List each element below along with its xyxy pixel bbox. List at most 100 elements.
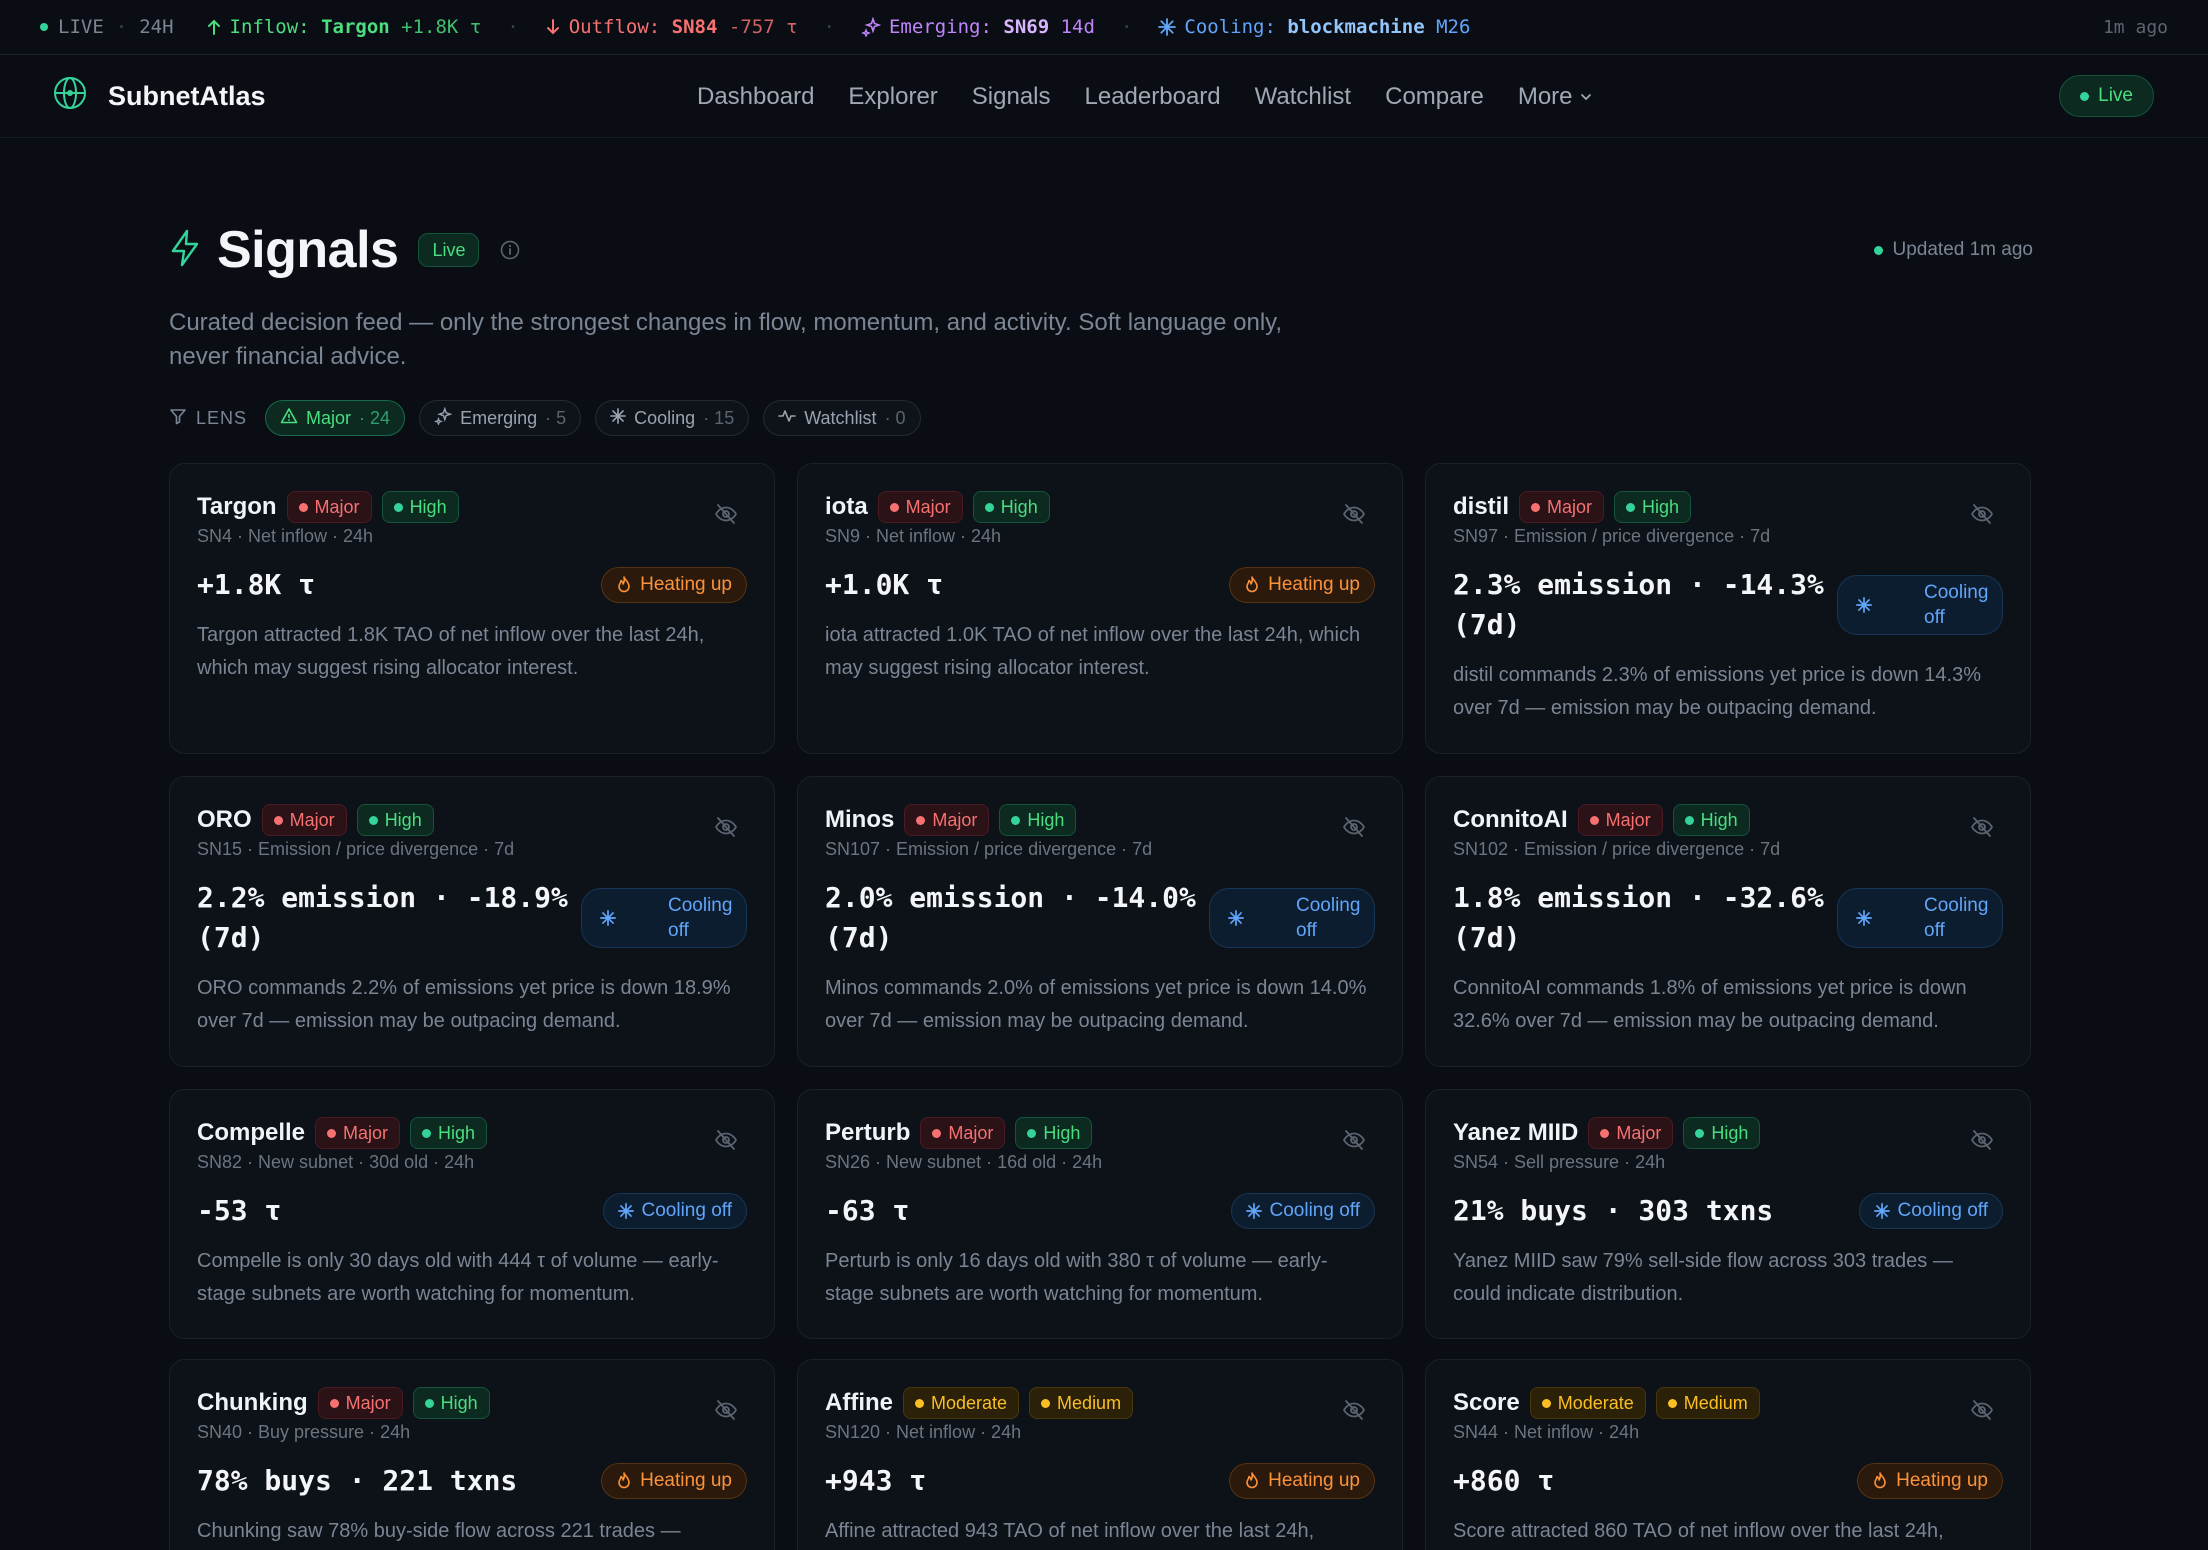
trend-badge: Heating up bbox=[1229, 567, 1375, 603]
trend-badge: Cooling off bbox=[581, 888, 747, 948]
snowflake-icon bbox=[1873, 1203, 1890, 1219]
severity-badge: Major bbox=[315, 1117, 401, 1149]
signal-card[interactable]: Perturb Major High SN26 · New subnet · 1… bbox=[797, 1089, 1403, 1339]
eye-off-icon[interactable] bbox=[714, 1398, 738, 1422]
subnet-name[interactable]: Score bbox=[1453, 1389, 1520, 1417]
nav-item-compare[interactable]: Compare bbox=[1385, 83, 1484, 111]
ticker-live-label: LIVE bbox=[58, 16, 104, 38]
severity-badge: Major bbox=[286, 491, 372, 523]
signal-meta: SN120 · Net inflow · 24h bbox=[825, 1422, 1022, 1442]
signal-card[interactable]: distil Major High SN97 · Emission / pric… bbox=[1425, 463, 2031, 754]
eye-off-icon[interactable] bbox=[714, 815, 738, 839]
signal-metric: 1.8% emission · -32.6% (7d) bbox=[1453, 881, 1824, 954]
info-icon[interactable] bbox=[499, 239, 521, 261]
trend-label: Heating up bbox=[1268, 574, 1360, 595]
signal-description: Affine attracted 943 TAO of net inflow o… bbox=[825, 1520, 1315, 1542]
subnet-name[interactable]: Chunking bbox=[197, 1389, 308, 1417]
eye-off-icon[interactable] bbox=[1970, 815, 1994, 839]
subnet-name[interactable]: ConnitoAI bbox=[1453, 806, 1568, 834]
confidence-badge: High bbox=[1614, 491, 1692, 523]
top-nav: SubnetAtlas Dashboard Explorer Signals L… bbox=[0, 55, 2208, 138]
severity-label: Moderate bbox=[931, 1392, 1008, 1413]
signal-card[interactable]: ORO Major High SN15 · Emission / price d… bbox=[169, 776, 775, 1067]
confidence-badge: High bbox=[410, 1117, 488, 1149]
severity-label: Major bbox=[1616, 1122, 1662, 1143]
signal-card[interactable]: Yanez MIID Major High SN54 · Sell pressu… bbox=[1425, 1089, 2031, 1339]
live-dot bbox=[1873, 245, 1883, 255]
eye-off-icon[interactable] bbox=[1342, 502, 1366, 526]
ticker-cooling[interactable]: Cooling: blockmachine M26 bbox=[1158, 16, 1470, 38]
brand[interactable]: SubnetAtlas bbox=[52, 75, 266, 118]
eye-off-icon[interactable] bbox=[714, 1128, 738, 1152]
signal-card[interactable]: Chunking Major High SN40 · Buy pressure … bbox=[169, 1359, 775, 1550]
atlas-logo-icon bbox=[52, 75, 88, 118]
ticker-outflow-value: -757 τ bbox=[728, 16, 798, 38]
ticker-cooling-name: blockmachine bbox=[1287, 16, 1425, 38]
signal-meta: SN97 · Emission / price divergence · 7d bbox=[1453, 526, 1771, 546]
severity-badge: Moderate bbox=[903, 1387, 1020, 1419]
eye-off-icon[interactable] bbox=[1342, 815, 1366, 839]
subnet-name[interactable]: Affine bbox=[825, 1389, 893, 1417]
ticker-inflow[interactable]: Inflow: Targon +1.8K τ bbox=[206, 16, 481, 38]
severity-badge: Major bbox=[1519, 491, 1605, 523]
nav-item-explorer[interactable]: Explorer bbox=[848, 83, 937, 111]
ticker-emerging[interactable]: Emerging: SN69 14d bbox=[860, 16, 1095, 38]
subnet-name[interactable]: Minos bbox=[825, 806, 894, 834]
lens-chip-major[interactable]: Major · 24 bbox=[265, 400, 406, 436]
eye-off-icon[interactable] bbox=[1970, 1398, 1994, 1422]
subnet-name[interactable]: Compelle bbox=[197, 1119, 305, 1147]
lens-chip-watchlist[interactable]: Watchlist · 0 bbox=[763, 400, 921, 436]
signal-meta: SN40 · Buy pressure · 24h bbox=[197, 1422, 411, 1442]
signal-metric: 2.2% emission · -18.9% (7d) bbox=[197, 881, 568, 954]
eye-off-icon[interactable] bbox=[1342, 1398, 1366, 1422]
eye-off-icon[interactable] bbox=[714, 502, 738, 526]
nav-item-leaderboard[interactable]: Leaderboard bbox=[1085, 83, 1221, 111]
trend-badge: Heating up bbox=[1229, 1463, 1375, 1499]
trend-label: Cooling off bbox=[641, 1200, 733, 1221]
trend-badge: Heating up bbox=[1857, 1463, 2003, 1499]
subnet-name[interactable]: Yanez MIID bbox=[1453, 1119, 1578, 1147]
subnet-name[interactable]: Targon bbox=[197, 493, 277, 521]
nav-item-watchlist[interactable]: Watchlist bbox=[1255, 83, 1351, 111]
signal-card[interactable]: ConnitoAI Major High SN102 · Emission / … bbox=[1425, 776, 2031, 1067]
nav-item-signals[interactable]: Signals bbox=[972, 83, 1051, 111]
lens-chip-count: · 0 bbox=[884, 407, 906, 428]
signal-meta: SN26 · New subnet · 16d old · 24h bbox=[825, 1152, 1103, 1172]
subnet-name[interactable]: Perturb bbox=[825, 1119, 910, 1147]
ticker-outflow[interactable]: Outflow: SN84 -757 τ bbox=[545, 16, 798, 38]
subnet-name[interactable]: iota bbox=[825, 493, 868, 521]
eye-off-icon[interactable] bbox=[1342, 1128, 1366, 1152]
signal-card[interactable]: iota Major High SN9 · Net inflow · 24h +… bbox=[797, 463, 1403, 754]
severity-badge: Major bbox=[1588, 1117, 1674, 1149]
severity-label: Major bbox=[289, 809, 335, 830]
signal-card[interactable]: Targon Major High SN4 · Net inflow · 24h… bbox=[169, 463, 775, 754]
nav-item-dashboard[interactable]: Dashboard bbox=[697, 83, 814, 111]
signal-metric: 78% buys · 221 txns bbox=[197, 1464, 518, 1497]
signal-card[interactable]: Score Moderate Medium SN44 · Net inflow … bbox=[1425, 1359, 2031, 1550]
lens-chip-label: Cooling bbox=[634, 407, 696, 428]
eye-off-icon[interactable] bbox=[1970, 1128, 1994, 1152]
subnet-name[interactable]: ORO bbox=[197, 806, 252, 834]
updated-text: Updated 1m ago bbox=[1892, 239, 2034, 260]
confidence-badge: High bbox=[1672, 804, 1750, 836]
lens-filter: LENS Major · 24 Emerging · 5 Cooling · 1… bbox=[169, 400, 2033, 436]
signal-metric: 21% buys · 303 txns bbox=[1453, 1194, 1774, 1227]
eye-off-icon[interactable] bbox=[1970, 502, 1994, 526]
signal-card[interactable]: Affine Moderate Medium SN120 · Net inflo… bbox=[797, 1359, 1403, 1550]
trend-label: Heating up bbox=[640, 574, 732, 595]
ticker-inflow-name: Targon bbox=[321, 16, 390, 38]
nav-more[interactable]: More bbox=[1518, 83, 1593, 111]
signal-card[interactable]: Minos Major High SN107 · Emission / pric… bbox=[797, 776, 1403, 1067]
signal-card[interactable]: Compelle Major High SN82 · New subnet · … bbox=[169, 1089, 775, 1339]
subnet-name[interactable]: distil bbox=[1453, 493, 1509, 521]
severity-label: Major bbox=[1605, 809, 1651, 830]
confidence-label: High bbox=[1043, 1122, 1081, 1143]
confidence-badge: High bbox=[972, 491, 1050, 523]
lens-chip-cooling[interactable]: Cooling · 15 bbox=[595, 400, 750, 436]
brand-name: SubnetAtlas bbox=[108, 80, 266, 111]
signal-metric: -63 τ bbox=[825, 1194, 910, 1227]
nav-live-indicator[interactable]: Live bbox=[2059, 75, 2154, 117]
lens-chip-emerging[interactable]: Emerging · 5 bbox=[419, 400, 582, 436]
signal-meta: SN9 · Net inflow · 24h bbox=[825, 526, 1002, 546]
severity-label: Moderate bbox=[1557, 1392, 1634, 1413]
